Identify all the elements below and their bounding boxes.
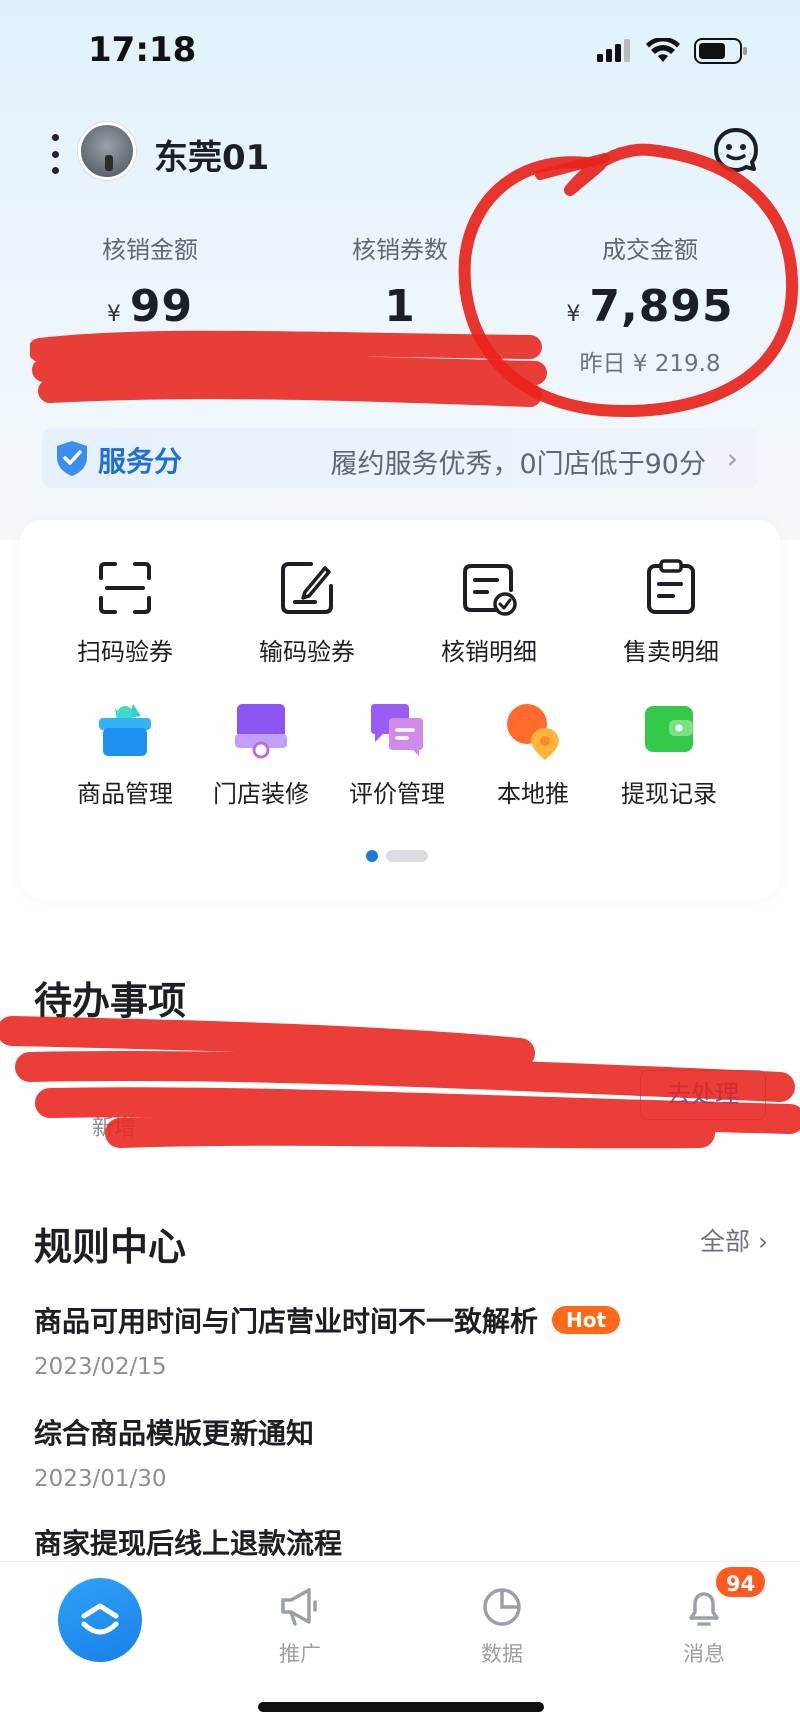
status-time: 17:18: [88, 30, 197, 70]
status-bar: 17:18: [0, 0, 800, 100]
tool-label: 提现记录: [621, 780, 717, 808]
tool-label: 门店装修: [213, 780, 309, 808]
rule-title: 商家提现后线上退款流程: [34, 1527, 343, 1560]
review-chat-icon: [371, 704, 423, 756]
service-score-label: 服务分: [98, 445, 183, 478]
message-count-badge: 94: [714, 1565, 768, 1599]
tool-store-decor[interactable]: 门店装修: [196, 698, 326, 809]
page-indicator: [366, 850, 436, 862]
more-vertical-icon[interactable]: [44, 134, 66, 174]
tool-withdraw-record[interactable]: 提现记录: [604, 698, 734, 809]
wifi-icon: [646, 38, 680, 62]
stat-value: 1: [384, 281, 416, 332]
tool-scan-verify[interactable]: 扫码验券: [60, 556, 190, 667]
tab-label: 数据: [481, 1642, 523, 1666]
edit-code-icon: [281, 562, 333, 614]
service-score-bar[interactable]: 服务分 履约服务优秀，0门店低于90分 ›: [42, 428, 758, 488]
signal-icon: [597, 39, 630, 62]
rule-date: 2023/01/30: [34, 1466, 167, 1492]
stat-redeemed-amount[interactable]: 核销金额 ¥99: [90, 230, 210, 332]
store-decor-icon: [235, 704, 287, 759]
tool-redeem-detail[interactable]: 核销明细: [424, 556, 554, 667]
tool-sales-detail[interactable]: 售卖明细: [606, 556, 736, 667]
chevron-right-icon: ›: [758, 1227, 768, 1256]
stats-panel: 核销金额 ¥99 核销券数 1 成交金额 ¥7,895 昨日 ¥ 219.8: [0, 230, 800, 400]
tab-data[interactable]: 数据: [462, 1584, 542, 1668]
stat-value: ¥7,895: [566, 281, 734, 332]
tool-product-manage[interactable]: 商品管理: [60, 698, 190, 809]
stat-deal-amount[interactable]: 成交金额 ¥7,895 昨日 ¥ 219.8: [560, 230, 740, 378]
store-header: 东莞01: [0, 110, 800, 190]
todo-title: 待办事项: [34, 979, 187, 1023]
scan-icon: [99, 562, 151, 614]
tab-promotion[interactable]: 推广: [260, 1584, 340, 1668]
tool-label: 商品管理: [77, 780, 173, 808]
rule-date: 2023/02/15: [34, 1354, 167, 1380]
todo-item-text: 新增: [92, 1116, 137, 1141]
tab-label: 推广: [279, 1642, 321, 1666]
rule-item[interactable]: 商品可用时间与门店营业时间不一致解析 Hot 2023/02/15: [34, 1300, 621, 1380]
rule-title: 商品可用时间与门店营业时间不一致解析 Hot: [34, 1300, 621, 1340]
rules-title: 规则中心: [34, 1225, 187, 1269]
home-logo-icon: [81, 1603, 119, 1635]
shield-check-icon: [57, 441, 87, 476]
stat-redeemed-coupons[interactable]: 核销券数 1: [340, 230, 460, 332]
rule-title: 综合商品模版更新通知: [34, 1417, 315, 1450]
tab-label: 消息: [683, 1642, 725, 1666]
chevron-right-icon: ›: [726, 442, 738, 475]
redeem-detail-icon: [463, 564, 517, 616]
battery-icon: [694, 38, 747, 64]
rule-item[interactable]: 综合商品模版更新通知 2023/01/30: [34, 1412, 314, 1492]
clipboard-icon: [647, 559, 695, 614]
tool-label: 扫码验券: [77, 638, 173, 666]
tool-label: 核销明细: [441, 638, 537, 666]
stat-label: 成交金额: [602, 236, 698, 264]
tool-label: 本地推: [497, 780, 569, 808]
wallet-icon: [645, 706, 693, 752]
stat-label: 核销金额: [102, 236, 198, 264]
status-icons: [596, 38, 748, 64]
store-avatar[interactable]: [78, 122, 136, 180]
tool-code-verify[interactable]: 输码验券: [242, 556, 372, 667]
tool-local-promo[interactable]: 本地推: [468, 698, 598, 809]
megaphone-icon: [281, 1588, 317, 1626]
pie-chart-icon: [483, 1588, 521, 1626]
rules-all-link[interactable]: 全部 ›: [700, 1222, 768, 1258]
tool-label: 评价管理: [349, 780, 445, 808]
page-dot: [386, 850, 428, 862]
page-dot-active: [366, 850, 378, 862]
tool-label: 输码验券: [259, 638, 355, 666]
hot-badge: Hot: [552, 1306, 621, 1334]
stat-yesterday: 昨日 ¥ 219.8: [579, 351, 721, 377]
product-basket-icon: [99, 704, 151, 756]
home-indicator: [258, 1702, 544, 1712]
tool-review-manage[interactable]: 评价管理: [332, 698, 462, 809]
customer-service-icon[interactable]: [710, 124, 762, 176]
store-name[interactable]: 东莞01: [154, 130, 269, 179]
rule-item[interactable]: 商家提现后线上退款流程: [34, 1522, 342, 1562]
service-score-description: 履约服务优秀，0门店低于90分: [330, 449, 706, 480]
tab-home[interactable]: [58, 1578, 142, 1662]
stat-label: 核销券数: [352, 236, 448, 264]
todo-action-button[interactable]: 去处理: [640, 1070, 766, 1120]
stat-value: ¥99: [106, 281, 194, 332]
local-promo-icon: [507, 704, 559, 760]
tool-label: 售卖明细: [623, 638, 719, 666]
tools-card: 扫码验券 输码验券 核销明细 售卖明细 商品管理 门店装修 评价管理 本地推 提…: [20, 520, 780, 900]
